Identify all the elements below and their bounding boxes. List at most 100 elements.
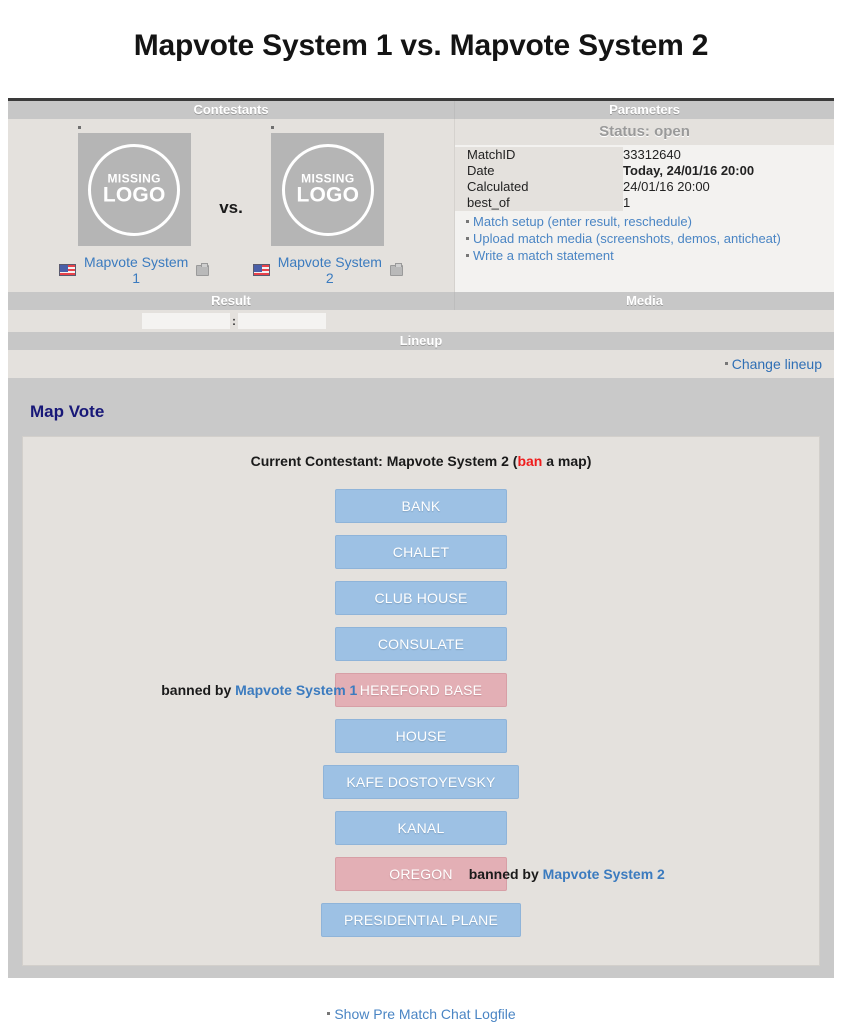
- bullet-icon: [724, 361, 728, 365]
- contestants-header: Contestants: [8, 101, 455, 120]
- link-line: Match setup (enter result, reschedule): [465, 213, 824, 230]
- section-divider: [8, 378, 834, 389]
- bullet-icon: [466, 254, 470, 258]
- map-button[interactable]: PRESIDENTIAL PLANE: [320, 903, 522, 938]
- mapvote-panel: Current Contestant: Mapvote System 2 (ba…: [22, 436, 820, 967]
- map-row: HOUSE: [23, 713, 819, 759]
- versus-block: MISSING LOGO Mapvote System 1 vs. MISSIN…: [8, 126, 454, 286]
- banned-by-label: banned by: [161, 682, 236, 699]
- team-2-logo-placeholder: MISSING LOGO: [271, 126, 385, 247]
- team-2-block: MISSING LOGO Mapvote System 2: [252, 126, 403, 286]
- parameters-links: Match setup (enter result, reschedule) U…: [455, 211, 834, 264]
- map-row: CHALET: [23, 529, 819, 575]
- map-row: KAFE DOSTOYEVSKY: [23, 759, 819, 805]
- ban-action-word: ban: [517, 453, 543, 470]
- map-row: CLUB HOUSE: [23, 575, 819, 621]
- briefcase-icon[interactable]: [196, 262, 210, 276]
- score-separator: :: [232, 314, 236, 329]
- map-row: HEREFORD BASE banned by Mapvote System 1: [23, 667, 819, 713]
- missing-logo-line2: LOGO: [296, 183, 360, 207]
- current-contestant-label: Current Contestant: Mapvote System 2 (ba…: [23, 453, 819, 469]
- page-title: Mapvote System 1 vs. Mapvote System 2: [133, 29, 709, 63]
- map-button[interactable]: KANAL: [335, 811, 507, 846]
- briefcase-icon[interactable]: [389, 262, 403, 276]
- contestants-panel: MISSING LOGO Mapvote System 1 vs. MISSIN…: [8, 119, 454, 292]
- team-1-link[interactable]: Mapvote System 1: [81, 254, 191, 286]
- result-inputs: :: [8, 313, 454, 330]
- mapvote-section: Map Vote Current Contestant: Mapvote Sys…: [8, 388, 834, 979]
- contestants-parameters-row: MISSING LOGO Mapvote System 1 vs. MISSIN…: [8, 119, 834, 293]
- bullet-icon: [466, 237, 470, 241]
- current-contestant-prefix: Current Contestant:: [250, 453, 387, 470]
- map-button[interactable]: BANK: [335, 489, 507, 524]
- team-1-name-row: Mapvote System 1: [59, 254, 210, 286]
- lineup-body: Change lineup: [8, 350, 834, 379]
- banned-by-note: banned by Mapvote System 2: [469, 866, 665, 882]
- result-media-band: Result Media: [8, 292, 834, 311]
- match-page: Mapvote System 1 vs. Mapvote System 2 Co…: [0, 0, 842, 1030]
- action-suffix: a map): [542, 453, 592, 470]
- param-key: best_of: [455, 195, 624, 212]
- lineup-header: Lineup: [8, 332, 834, 351]
- param-key: MatchID: [455, 147, 624, 164]
- bullet-icon: [327, 1012, 331, 1016]
- map-button[interactable]: CLUB HOUSE: [335, 581, 507, 616]
- banned-by-label: banned by: [468, 866, 543, 883]
- score-home-input[interactable]: [142, 313, 230, 330]
- vs-label: vs.: [219, 197, 243, 217]
- table-row: Calculated 24/01/16 20:00: [455, 179, 834, 196]
- missing-logo-text: MISSING LOGO: [271, 172, 384, 206]
- show-chat-logfile-link[interactable]: Show Pre Match Chat Logfile: [334, 1006, 515, 1022]
- media-header: Media: [454, 292, 834, 311]
- team-2-name-row: Mapvote System 2: [252, 254, 403, 286]
- param-key: Date: [455, 163, 624, 180]
- map-row: KANAL: [23, 805, 819, 851]
- team-1-logo-placeholder: MISSING LOGO: [77, 126, 191, 247]
- match-setup-link[interactable]: Match setup (enter result, reschedule): [473, 214, 692, 229]
- banned-by-note: banned by Mapvote System 1: [161, 682, 357, 698]
- table-row: MatchID 33312640: [455, 147, 834, 164]
- map-row: BANK: [23, 483, 819, 529]
- change-lineup-link[interactable]: Change lineup: [732, 356, 822, 372]
- map-button[interactable]: KAFE DOSTOYEVSKY: [323, 765, 519, 800]
- parameters-table: MatchID 33312640 Date Today, 24/01/16 20…: [455, 147, 834, 212]
- missing-logo-line2: LOGO: [102, 183, 166, 207]
- param-value: 1: [623, 195, 834, 212]
- map-row: CONSULATE: [23, 621, 819, 667]
- param-value: 24/01/16 20:00: [623, 179, 834, 196]
- us-flag-icon: [59, 264, 77, 277]
- param-value: 33312640: [623, 147, 834, 164]
- table-row: Date Today, 24/01/16 20:00: [455, 163, 834, 180]
- link-line: Upload match media (screenshots, demos, …: [465, 230, 824, 247]
- table-row: best_of 1: [455, 195, 834, 212]
- map-button[interactable]: CHALET: [335, 535, 507, 570]
- map-button[interactable]: HOUSE: [335, 719, 507, 754]
- map-row: PRESIDENTIAL PLANE: [23, 897, 819, 943]
- parameters-table-body: MatchID 33312640 Date Today, 24/01/16 20…: [455, 147, 834, 212]
- banned-by-team-name: Mapvote System 1: [235, 682, 358, 699]
- param-value: Today, 24/01/16 20:00: [623, 163, 834, 180]
- link-line: Write a match statement: [465, 247, 824, 264]
- score-away-input[interactable]: [238, 313, 326, 330]
- missing-logo-text: MISSING LOGO: [78, 172, 191, 206]
- map-button[interactable]: CONSULATE: [335, 627, 507, 662]
- status-badge: Status: open: [455, 119, 834, 146]
- mapvote-title: Map Vote: [30, 402, 105, 422]
- map-button[interactable]: HEREFORD BASE: [335, 673, 507, 708]
- current-contestant-name: Mapvote System 2: [386, 453, 509, 470]
- result-header: Result: [8, 292, 455, 311]
- team-2-link[interactable]: Mapvote System 2: [275, 254, 385, 286]
- parameters-header: Parameters: [454, 101, 834, 120]
- us-flag-icon: [252, 264, 270, 277]
- upload-media-link[interactable]: Upload match media (screenshots, demos, …: [473, 231, 781, 246]
- result-media-row: :: [8, 310, 834, 333]
- map-row: OREGON banned by Mapvote System 2: [23, 851, 819, 897]
- team-1-block: MISSING LOGO Mapvote System 1: [59, 126, 210, 286]
- match-statement-link[interactable]: Write a match statement: [473, 248, 614, 263]
- banned-by-team-name: Mapvote System 2: [542, 866, 665, 883]
- map-list: BANK CHALET CLUB HOUSE CONSULATE HEREFORD BA…: [23, 483, 819, 943]
- bullet-icon: [466, 220, 470, 224]
- parameters-panel: Status: open MatchID 33312640 Date Today…: [454, 119, 834, 293]
- footer: Show Pre Match Chat Logfile: [0, 978, 842, 1024]
- match-frame: Contestants Parameters MISSING LOGO Mapv…: [8, 98, 834, 979]
